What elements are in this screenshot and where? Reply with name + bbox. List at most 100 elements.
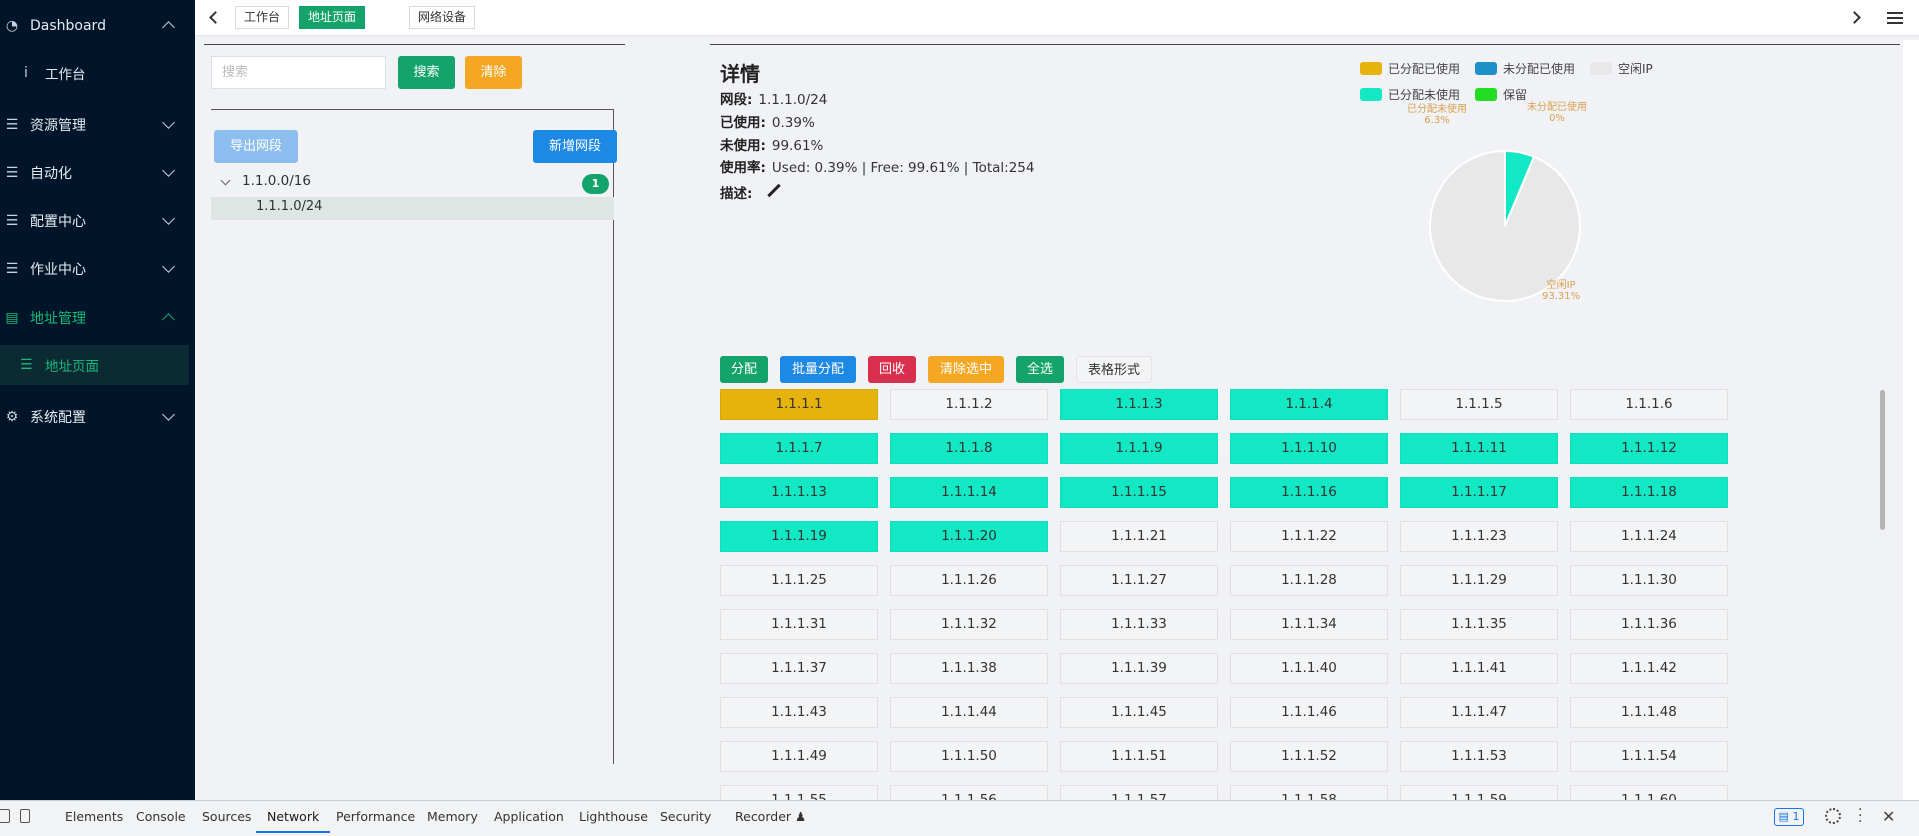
ip-cell[interactable]: 1.1.1.6 — [1570, 389, 1728, 420]
select-all-button[interactable]: 全选 — [1016, 356, 1064, 383]
ip-cell[interactable]: 1.1.1.24 — [1570, 521, 1728, 552]
ip-cell[interactable]: 1.1.1.36 — [1570, 609, 1728, 640]
ip-cell[interactable]: 1.1.1.29 — [1400, 565, 1558, 596]
ip-cell[interactable]: 1.1.1.37 — [720, 653, 878, 684]
sidebar-item-dashboard[interactable]: ◔ Dashboard — [0, 6, 195, 46]
search-button[interactable]: 搜索 — [398, 56, 455, 89]
ip-cell[interactable]: 1.1.1.43 — [720, 697, 878, 728]
ip-cell[interactable]: 1.1.1.3 — [1060, 389, 1218, 420]
ip-cell[interactable]: 1.1.1.9 — [1060, 433, 1218, 464]
ip-cell[interactable]: 1.1.1.32 — [890, 609, 1048, 640]
ip-cell[interactable]: 1.1.1.16 — [1230, 477, 1388, 508]
ip-cell[interactable]: 1.1.1.54 — [1570, 741, 1728, 772]
devtools-tab-memory[interactable]: Memory — [427, 801, 478, 833]
close-icon[interactable]: ✕ — [1882, 807, 1895, 826]
ip-cell[interactable]: 1.1.1.15 — [1060, 477, 1218, 508]
ip-cell[interactable]: 1.1.1.46 — [1230, 697, 1388, 728]
ip-cell[interactable]: 1.1.1.27 — [1060, 565, 1218, 596]
ip-cell[interactable]: 1.1.1.17 — [1400, 477, 1558, 508]
ip-cell[interactable]: 1.1.1.8 — [890, 433, 1048, 464]
export-segment-button[interactable]: 导出网段 — [214, 130, 298, 163]
sidebar-item-resources[interactable]: ☰ 资源管理 — [0, 105, 195, 145]
ip-cell[interactable]: 1.1.1.42 — [1570, 653, 1728, 684]
table-view-button[interactable]: 表格形式 — [1076, 356, 1152, 383]
ip-cell[interactable]: 1.1.1.20 — [890, 521, 1048, 552]
reclaim-button[interactable]: 回收 — [868, 356, 916, 383]
search-input[interactable]: 搜索 — [211, 56, 386, 89]
devtools-tab-network[interactable]: Network — [256, 801, 331, 833]
legend-item[interactable]: 空闲IP — [1590, 60, 1653, 77]
ip-cell[interactable]: 1.1.1.13 — [720, 477, 878, 508]
ip-cell[interactable]: 1.1.1.41 — [1400, 653, 1558, 684]
ip-cell[interactable]: 1.1.1.10 — [1230, 433, 1388, 464]
hamburger-menu-icon[interactable] — [1887, 12, 1903, 24]
ip-cell[interactable]: 1.1.1.51 — [1060, 741, 1218, 772]
ip-cell[interactable]: 1.1.1.22 — [1230, 521, 1388, 552]
devtools-tab-lighthouse[interactable]: Lighthouse — [579, 801, 648, 833]
assign-button[interactable]: 分配 — [720, 356, 768, 383]
devtools-tab-application[interactable]: Application — [494, 801, 564, 833]
ip-cell[interactable]: 1.1.1.48 — [1570, 697, 1728, 728]
ip-cell[interactable]: 1.1.1.52 — [1230, 741, 1388, 772]
ip-cell[interactable]: 1.1.1.4 — [1230, 389, 1388, 420]
ip-cell[interactable]: 1.1.1.18 — [1570, 477, 1728, 508]
settings-gear-icon[interactable] — [1825, 808, 1841, 824]
ip-cell[interactable]: 1.1.1.44 — [890, 697, 1048, 728]
chevron-down-icon[interactable] — [220, 175, 231, 186]
add-segment-button[interactable]: 新增网段 — [533, 130, 617, 163]
clear-selection-button[interactable]: 清除选中 — [928, 356, 1004, 383]
issues-counter[interactable]: ▤ 1 — [1774, 808, 1804, 826]
legend-item[interactable]: 保留 — [1475, 86, 1527, 103]
ip-cell[interactable]: 1.1.1.49 — [720, 741, 878, 772]
ip-cell[interactable]: 1.1.1.40 — [1230, 653, 1388, 684]
ip-cell[interactable]: 1.1.1.25 — [720, 565, 878, 596]
sidebar-item-automation[interactable]: ☰ 自动化 — [0, 153, 195, 193]
forward-arrow-icon[interactable] — [1848, 11, 1861, 24]
back-arrow-icon[interactable] — [209, 11, 222, 24]
devtools-tab-recorder[interactable]: Recorder ♟ — [735, 801, 806, 833]
pencil-edit-icon[interactable] — [767, 183, 782, 197]
devtools-tab-sources[interactable]: Sources — [202, 801, 251, 833]
ip-cell[interactable]: 1.1.1.33 — [1060, 609, 1218, 640]
ip-cell[interactable]: 1.1.1.45 — [1060, 697, 1218, 728]
sidebar-item-workbench[interactable]: i 工作台 — [0, 53, 189, 93]
sidebar-item-config[interactable]: ☰ 配置中心 — [0, 201, 195, 241]
ip-cell[interactable]: 1.1.1.50 — [890, 741, 1048, 772]
sidebar-item-jobs[interactable]: ☰ 作业中心 — [0, 249, 195, 289]
inspect-icon[interactable] — [0, 809, 10, 823]
ip-cell[interactable]: 1.1.1.23 — [1400, 521, 1558, 552]
ip-cell[interactable]: 1.1.1.31 — [720, 609, 878, 640]
legend-item[interactable]: 已分配已使用 — [1360, 60, 1460, 77]
ip-cell[interactable]: 1.1.1.28 — [1230, 565, 1388, 596]
ip-cell[interactable]: 1.1.1.12 — [1570, 433, 1728, 464]
tree-node-root[interactable]: 1.1.0.0/16 — [242, 173, 311, 189]
devtools-tab-security[interactable]: Security — [660, 801, 711, 833]
ip-cell[interactable]: 1.1.1.5 — [1400, 389, 1558, 420]
tree-node-child[interactable]: 1.1.1.0/24 — [256, 199, 322, 214]
ip-cell[interactable]: 1.1.1.1 — [720, 389, 878, 420]
ip-cell[interactable]: 1.1.1.34 — [1230, 609, 1388, 640]
scrollbar[interactable] — [1880, 390, 1885, 530]
ip-cell[interactable]: 1.1.1.19 — [720, 521, 878, 552]
ip-cell[interactable]: 1.1.1.47 — [1400, 697, 1558, 728]
ip-cell[interactable]: 1.1.1.11 — [1400, 433, 1558, 464]
tab-network-devices[interactable]: 网络设备 — [409, 6, 476, 29]
devtools-tab-elements[interactable]: Elements — [65, 801, 123, 833]
tab-address-page[interactable]: 地址页面 — [299, 6, 366, 29]
batch-assign-button[interactable]: 批量分配 — [780, 356, 856, 383]
ip-cell[interactable]: 1.1.1.30 — [1570, 565, 1728, 596]
ip-cell[interactable]: 1.1.1.39 — [1060, 653, 1218, 684]
ip-cell[interactable]: 1.1.1.14 — [890, 477, 1048, 508]
devtools-tab-console[interactable]: Console — [136, 801, 186, 833]
ip-cell[interactable]: 1.1.1.7 — [720, 433, 878, 464]
sidebar-item-system[interactable]: ⚙ 系统配置 — [0, 397, 195, 437]
ip-cell[interactable]: 1.1.1.35 — [1400, 609, 1558, 640]
sidebar-item-address-mgmt[interactable]: ▤ 地址管理 — [0, 298, 195, 338]
legend-item[interactable]: 未分配已使用 — [1475, 60, 1575, 77]
device-toolbar-icon[interactable] — [20, 809, 30, 823]
tab-workbench[interactable]: 工作台 — [235, 6, 290, 29]
clear-button[interactable]: 清除 — [465, 56, 522, 89]
more-options-icon[interactable]: · · · — [1858, 803, 1862, 829]
ip-cell[interactable]: 1.1.1.26 — [890, 565, 1048, 596]
ip-cell[interactable]: 1.1.1.53 — [1400, 741, 1558, 772]
